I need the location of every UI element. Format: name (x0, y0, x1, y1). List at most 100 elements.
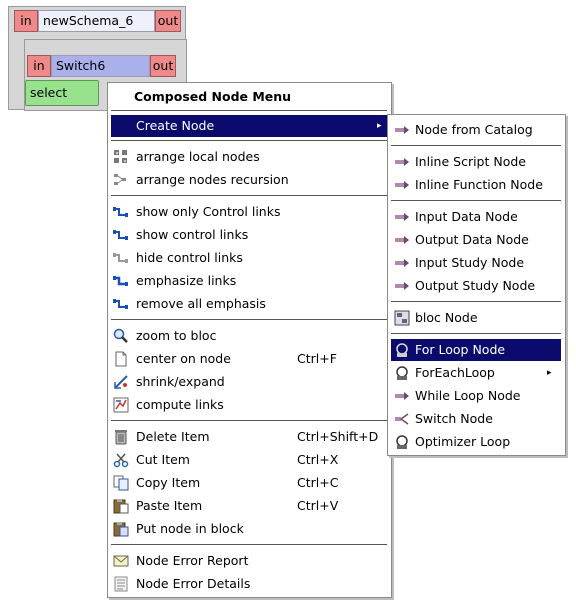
submenu-item-while-loop[interactable]: While Loop Node (391, 385, 561, 407)
output-study-label: Output Study Node (415, 278, 536, 293)
error-details-label: Node Error Details (136, 576, 251, 591)
error-report-label: Node Error Report (136, 553, 249, 568)
menu-item-delete[interactable]: Delete Item Ctrl+Shift+D (111, 426, 387, 448)
remove-emphasis-icon (113, 296, 129, 312)
show-only-control-label: show only Control links (136, 204, 281, 219)
hide-control-label: hide control links (136, 250, 243, 265)
switch-icon (394, 411, 410, 427)
loop-icon (394, 434, 410, 450)
menu-item-zoom-bloc[interactable]: zoom to bloc (111, 325, 387, 347)
put-in-block-label: Put node in block (136, 521, 244, 536)
submenu-item-for-loop[interactable]: For Loop Node (391, 339, 561, 361)
menu-title: Composed Node Menu (134, 89, 292, 104)
paste-shortcut: Ctrl+V (297, 498, 339, 513)
shrink-expand-label: shrink/expand (136, 374, 225, 389)
submenu-item-from-catalog[interactable]: Node from Catalog (391, 119, 561, 141)
bloc-icon (394, 310, 410, 326)
show-control-label: show control links (136, 227, 249, 242)
hide-links-icon (113, 250, 129, 266)
copy-icon (113, 475, 129, 491)
copy-shortcut: Ctrl+C (297, 475, 339, 490)
paste-label: Paste Item (136, 498, 203, 513)
menu-item-arrange-recursion[interactable]: arrange nodes recursion (111, 169, 387, 191)
node-arrow-icon (394, 278, 410, 294)
loop-icon (394, 342, 410, 358)
menu-item-show-only-control[interactable]: show only Control links (111, 201, 387, 223)
inline-script-label: Inline Script Node (415, 154, 526, 169)
node-arrow-icon (394, 232, 410, 248)
menu-item-hide-control[interactable]: hide control links (111, 247, 387, 269)
delete-label: Delete Item (136, 429, 210, 444)
schema-in-port[interactable]: in (14, 10, 38, 32)
menu-item-error-details[interactable]: Node Error Details (111, 573, 387, 595)
menu-item-shrink-expand[interactable]: shrink/expand (111, 371, 387, 393)
submenu-item-output-study[interactable]: Output Study Node (391, 275, 561, 297)
emphasize-label: emphasize links (136, 273, 237, 288)
submenu-arrow-icon: ▸ (377, 121, 382, 131)
switch-out-port[interactable]: out (150, 55, 176, 77)
from-catalog-label: Node from Catalog (415, 122, 533, 137)
zoom-icon (113, 328, 129, 344)
submenu-item-optimizer[interactable]: Optimizer Loop (391, 431, 561, 453)
composed-node-menu: Composed Node Menu Create Node ▸ arrange… (107, 82, 392, 598)
trash-icon (113, 429, 129, 445)
menu-item-put-in-block[interactable]: Put node in block (111, 518, 387, 540)
switch-label: Switch Node (415, 411, 493, 426)
menu-item-show-control[interactable]: show control links (111, 224, 387, 246)
submenu-item-input-data[interactable]: Input Data Node (391, 206, 561, 228)
inline-function-label: Inline Function Node (415, 177, 543, 192)
center-node-shortcut: Ctrl+F (297, 351, 337, 366)
details-list-icon (113, 576, 129, 592)
schema-title: newSchema_6 (38, 10, 155, 32)
menu-item-create-node[interactable]: Create Node ▸ (111, 115, 387, 137)
submenu-item-bloc[interactable]: bloc Node (391, 307, 561, 329)
switch-in-port[interactable]: in (27, 55, 51, 77)
create-node-label: Create Node (136, 118, 215, 133)
menu-item-emphasize[interactable]: emphasize links (111, 270, 387, 292)
arrange-tree-icon (113, 172, 129, 188)
envelope-icon (113, 553, 129, 569)
remove-emphasis-label: remove all emphasis (136, 296, 266, 311)
arrange-local-label: arrange local nodes (136, 149, 260, 164)
schema-out-port[interactable]: out (155, 10, 181, 32)
menu-item-arrange-local[interactable]: arrange local nodes (111, 146, 387, 168)
submenu-item-inline-script[interactable]: Inline Script Node (391, 151, 561, 173)
submenu-item-switch[interactable]: Switch Node (391, 408, 561, 430)
menu-item-center-node[interactable]: center on node Ctrl+F (111, 348, 387, 370)
input-study-label: Input Study Node (415, 255, 525, 270)
node-arrow-icon (394, 388, 410, 404)
submenu-item-inline-function[interactable]: Inline Function Node (391, 174, 561, 196)
menu-item-compute-links[interactable]: compute links (111, 394, 387, 416)
foreach-label: ForEachLoop (415, 365, 495, 380)
submenu-item-output-data[interactable]: Output Data Node (391, 229, 561, 251)
node-arrow-icon (394, 122, 410, 138)
menu-item-remove-emphasis[interactable]: remove all emphasis (111, 293, 387, 315)
control-links-icon (113, 204, 129, 220)
delete-shortcut: Ctrl+Shift+D (297, 429, 379, 444)
center-node-label: center on node (136, 351, 231, 366)
compute-links-icon (113, 397, 129, 413)
node-arrow-icon (394, 154, 410, 170)
node-arrow-icon (394, 209, 410, 225)
menu-item-error-report[interactable]: Node Error Report (111, 550, 387, 572)
arrange-recursion-label: arrange nodes recursion (136, 172, 289, 187)
arrange-grid-icon (113, 149, 129, 165)
show-links-icon (113, 227, 129, 243)
submenu-item-foreach[interactable]: ForEachLoop ▸ (391, 362, 561, 384)
input-data-label: Input Data Node (415, 209, 518, 224)
emphasize-links-icon (113, 273, 129, 289)
submenu-item-input-study[interactable]: Input Study Node (391, 252, 561, 274)
node-arrow-icon (394, 255, 410, 271)
copy-label: Copy Item (136, 475, 201, 490)
paste-icon (113, 498, 129, 514)
scissors-icon (113, 452, 129, 468)
select-port[interactable]: select (25, 80, 99, 106)
menu-item-paste[interactable]: Paste Item Ctrl+V (111, 495, 387, 517)
menu-item-cut[interactable]: Cut Item Ctrl+X (111, 449, 387, 471)
while-loop-label: While Loop Node (415, 388, 521, 403)
create-node-submenu: Node from Catalog Inline Script Node Inl… (387, 114, 566, 456)
menu-item-copy[interactable]: Copy Item Ctrl+C (111, 472, 387, 494)
put-in-block-icon (113, 521, 129, 537)
center-document-icon (113, 351, 129, 367)
bloc-label: bloc Node (415, 310, 478, 325)
